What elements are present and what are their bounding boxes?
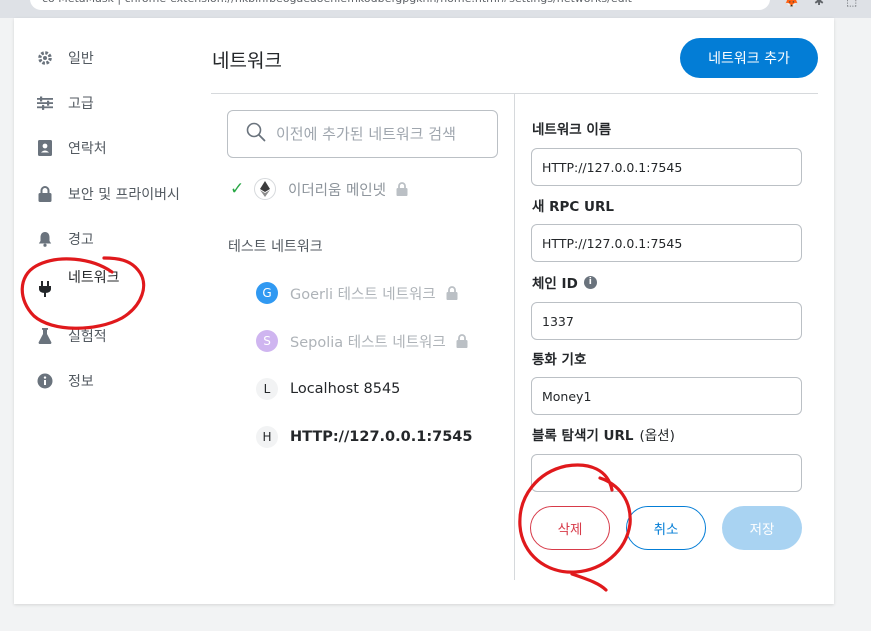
- network-search-box[interactable]: [227, 110, 498, 158]
- flask-icon: [36, 327, 54, 345]
- currency-symbol-label: 통화 기호: [532, 348, 586, 368]
- delete-button[interactable]: 삭제: [530, 506, 610, 550]
- plug-icon: [36, 280, 54, 298]
- network-avatar: L: [256, 378, 278, 400]
- currency-symbol-input[interactable]: [531, 377, 802, 415]
- sidebar-item-label: 정보: [68, 374, 94, 390]
- sidebar-item-label: 경고: [68, 232, 94, 248]
- optional-tag: (옵션): [639, 428, 675, 444]
- sidebar-item-security[interactable]: 보안 및 프라이버시: [36, 184, 180, 204]
- sliders-icon: [36, 94, 54, 112]
- network-name: HTTP://127.0.0.1:7545: [290, 429, 473, 445]
- sidebar-item-advanced[interactable]: 고급: [36, 93, 94, 113]
- info-icon[interactable]: i: [583, 275, 597, 289]
- sidebar-item-alerts[interactable]: 경고: [36, 229, 94, 249]
- network-avatar: G: [256, 282, 278, 304]
- network-item-localhost[interactable]: L Localhost 8545: [256, 378, 400, 400]
- network-avatar: H: [256, 426, 278, 448]
- network-search-input[interactable]: [276, 125, 496, 143]
- network-name-label-text: 네트워크 이름: [532, 122, 612, 138]
- ethereum-icon: [254, 178, 276, 200]
- sidebar-item-label: 실험적: [68, 329, 107, 345]
- bell-icon: [36, 230, 54, 248]
- network-name-input[interactable]: [531, 148, 802, 186]
- chain-id-label: 체인 ID i: [532, 272, 597, 292]
- network-name: 이더리움 메인넷: [288, 182, 386, 199]
- gear-icon: [36, 49, 54, 67]
- chain-id-input[interactable]: [531, 302, 802, 340]
- sidebar-item-label: 고급: [68, 96, 94, 112]
- network-name: Sepolia 테스트 네트워크: [290, 334, 446, 351]
- rpc-url-input[interactable]: [531, 224, 802, 262]
- info-icon: [36, 372, 54, 390]
- save-button[interactable]: 저장: [722, 506, 802, 550]
- sidebar-item-label: 연락처: [68, 141, 107, 157]
- network-name-label: 네트워크 이름: [532, 118, 611, 138]
- sidebar-item-general[interactable]: 일반: [36, 48, 94, 68]
- sidebar-item-experimental[interactable]: 실험적: [36, 326, 107, 346]
- check-icon: ✓: [230, 179, 245, 199]
- add-network-button[interactable]: 네트워크 추가: [680, 38, 818, 78]
- network-item-mainnet[interactable]: ✓ 이더리움 메인넷: [230, 178, 408, 200]
- lock-icon: [396, 182, 408, 196]
- lock-icon: [456, 334, 468, 348]
- sidepanel-icon[interactable]: ⬚: [846, 0, 857, 8]
- cancel-button[interactable]: 취소: [626, 506, 706, 550]
- chain-id-label-text: 체인 ID: [532, 276, 578, 292]
- block-explorer-input[interactable]: [531, 454, 802, 492]
- browser-toolbar: co MetaMask | chrome-extension://nkbihfb…: [0, 0, 871, 18]
- rpc-url-label-text: 새 RPC URL: [532, 199, 614, 215]
- metamask-extension-icon[interactable]: 🦊: [784, 0, 799, 8]
- page-title: 네트워크: [212, 50, 282, 72]
- block-explorer-label-text: 블록 탐색기 URL: [532, 428, 634, 444]
- block-explorer-label: 블록 탐색기 URL (옵션): [532, 424, 675, 444]
- settings-panel: 일반 고급 연락처 보안 및 프라이버시 경고 네트워크 실험적 정보 네트워크…: [14, 18, 834, 604]
- network-item-goerli[interactable]: G Goerli 테스트 네트워크: [256, 282, 458, 304]
- network-name: Localhost 8545: [290, 381, 401, 397]
- sidebar-item-about[interactable]: 정보: [36, 371, 94, 391]
- network-item-sepolia[interactable]: S Sepolia 테스트 네트워크: [256, 330, 468, 352]
- sidebar-item-contacts[interactable]: 연락처: [36, 138, 107, 158]
- search-icon: [246, 122, 266, 146]
- contact-book-icon: [36, 139, 54, 157]
- test-networks-heading: 테스트 네트워크: [228, 239, 323, 255]
- currency-symbol-label-text: 통화 기호: [532, 352, 587, 368]
- sidebar-item-label: 네트워크: [68, 270, 120, 286]
- network-item-custom-rpc[interactable]: H HTTP://127.0.0.1:7545: [256, 426, 472, 448]
- lock-icon: [446, 286, 458, 300]
- lock-icon: [36, 185, 54, 203]
- sidebar-item-label: 보안 및 프라이버시: [68, 187, 180, 203]
- address-bar[interactable]: co MetaMask | chrome-extension://nkbihfb…: [30, 0, 770, 10]
- rpc-url-label: 새 RPC URL: [532, 195, 614, 215]
- puzzle-extension-icon[interactable]: ✱: [814, 0, 824, 8]
- sidebar-item-label: 일반: [68, 51, 94, 67]
- column-divider: [514, 94, 515, 580]
- network-name: Goerli 테스트 네트워크: [290, 286, 436, 303]
- sidebar-item-networks[interactable]: 네트워크: [36, 268, 120, 298]
- network-avatar: S: [256, 330, 278, 352]
